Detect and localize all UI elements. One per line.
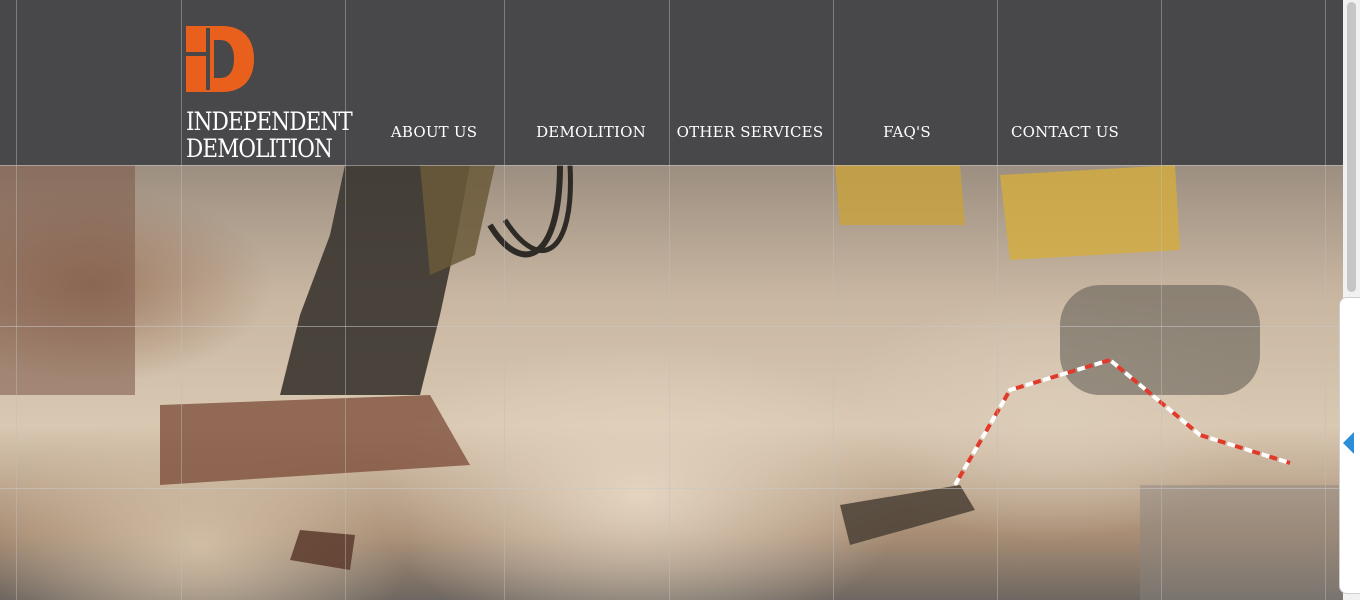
logo-line-1: INDEPENDENT [186, 107, 353, 136]
grid-line [1325, 0, 1326, 600]
grid-line [0, 326, 1343, 327]
logo-wordmark: INDEPENDENT DEMOLITION [186, 107, 353, 163]
nav-faqs[interactable]: FAQ'S [843, 123, 971, 143]
site-logo[interactable]: INDEPENDENT DEMOLITION [186, 26, 353, 166]
nav-demolition[interactable]: DEMOLITION [527, 123, 655, 143]
logo-line-2: DEMOLITION [186, 134, 333, 163]
nav-other-services[interactable]: OTHER SERVICES [676, 123, 824, 143]
grid-line [997, 0, 998, 600]
grid-line [16, 0, 17, 600]
grid-line [833, 0, 834, 600]
grid-line [0, 488, 1343, 489]
d-logo-icon [186, 26, 254, 92]
grid-line [181, 0, 182, 600]
hero-image [0, 165, 1343, 600]
chevron-left-icon[interactable] [1343, 432, 1354, 454]
scrollbar-thumb[interactable] [1347, 2, 1356, 292]
nav-contact-us[interactable]: CONTACT US [1001, 123, 1129, 143]
nav-about-us[interactable]: ABOUT US [370, 123, 498, 143]
grid-line [1161, 0, 1162, 600]
grid-line [669, 0, 670, 600]
excavator-arm-graphic [0, 165, 1343, 600]
grid-line [504, 0, 505, 600]
